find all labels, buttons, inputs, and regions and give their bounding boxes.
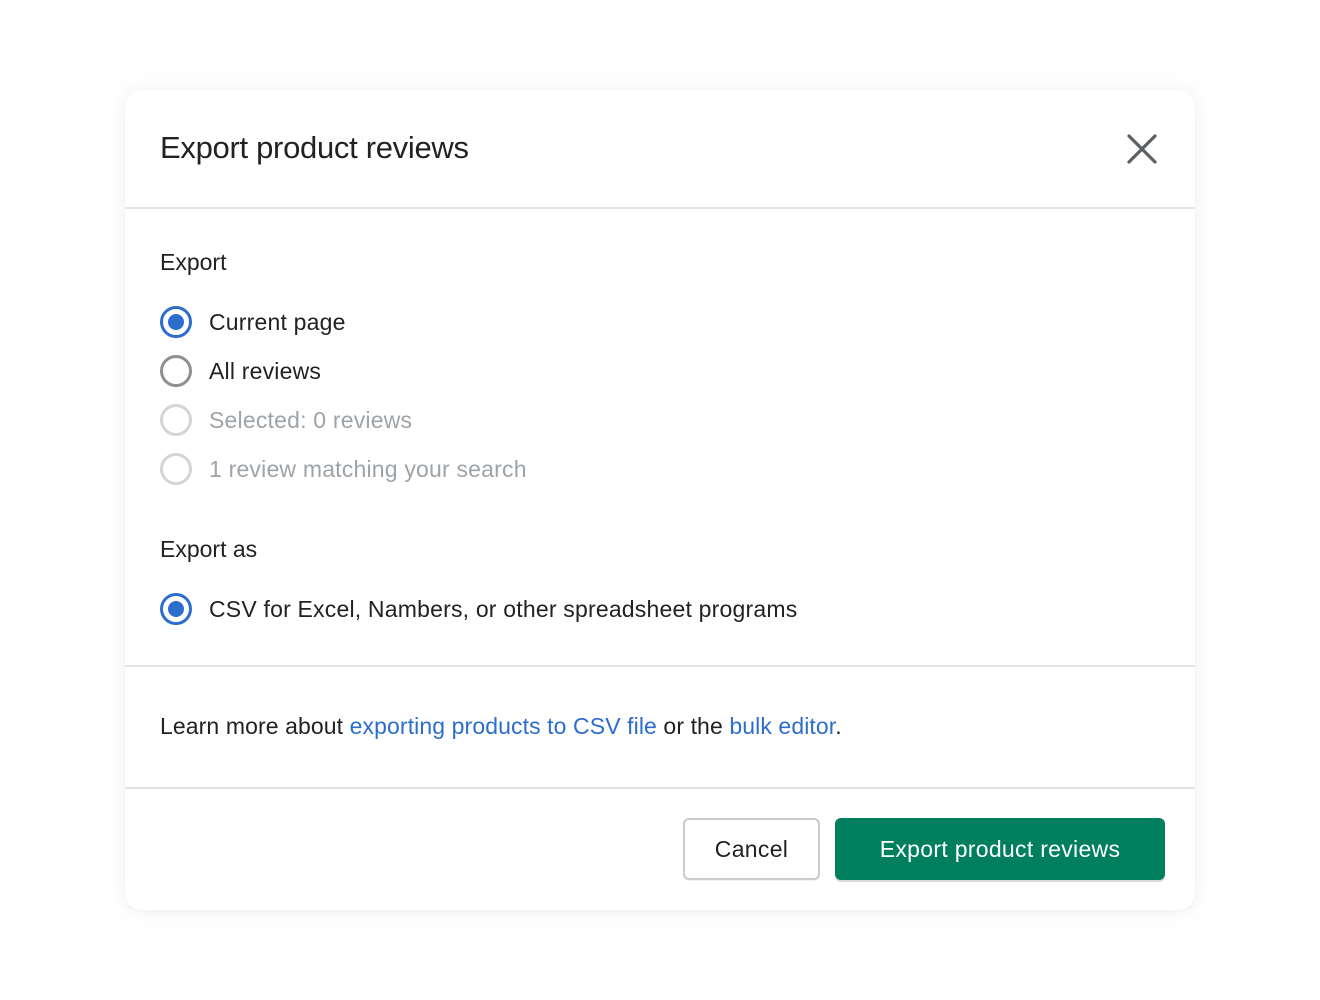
radio-label: Current page <box>209 308 346 335</box>
export-modal: Export product reviews Export Current pa… <box>125 90 1195 910</box>
radio-button[interactable] <box>160 306 192 338</box>
radio-label: 1 review matching your search <box>209 455 527 482</box>
close-button[interactable] <box>1123 130 1161 168</box>
learn-more-suffix: . <box>835 713 842 739</box>
close-icon <box>1127 134 1157 164</box>
learn-more-prefix: Learn more about <box>160 713 350 739</box>
radio-selected-reviews: Selected: 0 reviews <box>160 402 412 438</box>
radio-csv[interactable]: CSV for Excel, Nambers, or other spreads… <box>160 591 797 627</box>
radio-label: All reviews <box>209 357 322 384</box>
radio-all-reviews[interactable]: All reviews <box>160 353 321 389</box>
modal-footer: Cancel Export product reviews <box>125 789 1195 909</box>
modal-title: Export product reviews <box>160 130 469 165</box>
exporting-products-link[interactable]: exporting products to CSV file <box>350 713 657 739</box>
radio-button <box>160 453 192 485</box>
export-options-section: Export Current page All reviews Selected… <box>125 209 1195 667</box>
bulk-editor-link[interactable]: bulk editor <box>729 713 835 739</box>
learn-more-section: Learn more about exporting products to C… <box>125 667 1195 789</box>
modal-header: Export product reviews <box>125 90 1195 209</box>
radio-label: Selected: 0 reviews <box>209 406 413 433</box>
export-label: Export <box>160 249 227 275</box>
radio-button <box>160 404 192 436</box>
export-button[interactable]: Export product reviews <box>835 818 1165 880</box>
learn-more-text: Learn more about exporting products to C… <box>160 713 842 740</box>
export-as-label: Export as <box>160 536 258 562</box>
learn-more-middle: or the <box>656 713 730 739</box>
radio-button[interactable] <box>160 593 192 625</box>
radio-button[interactable] <box>160 355 192 387</box>
radio-matching-search: 1 review matching your search <box>160 451 527 487</box>
radio-label: CSV for Excel, Nambers, or other spreads… <box>209 595 798 622</box>
cancel-button[interactable]: Cancel <box>683 818 820 880</box>
radio-current-page[interactable]: Current page <box>160 304 346 340</box>
